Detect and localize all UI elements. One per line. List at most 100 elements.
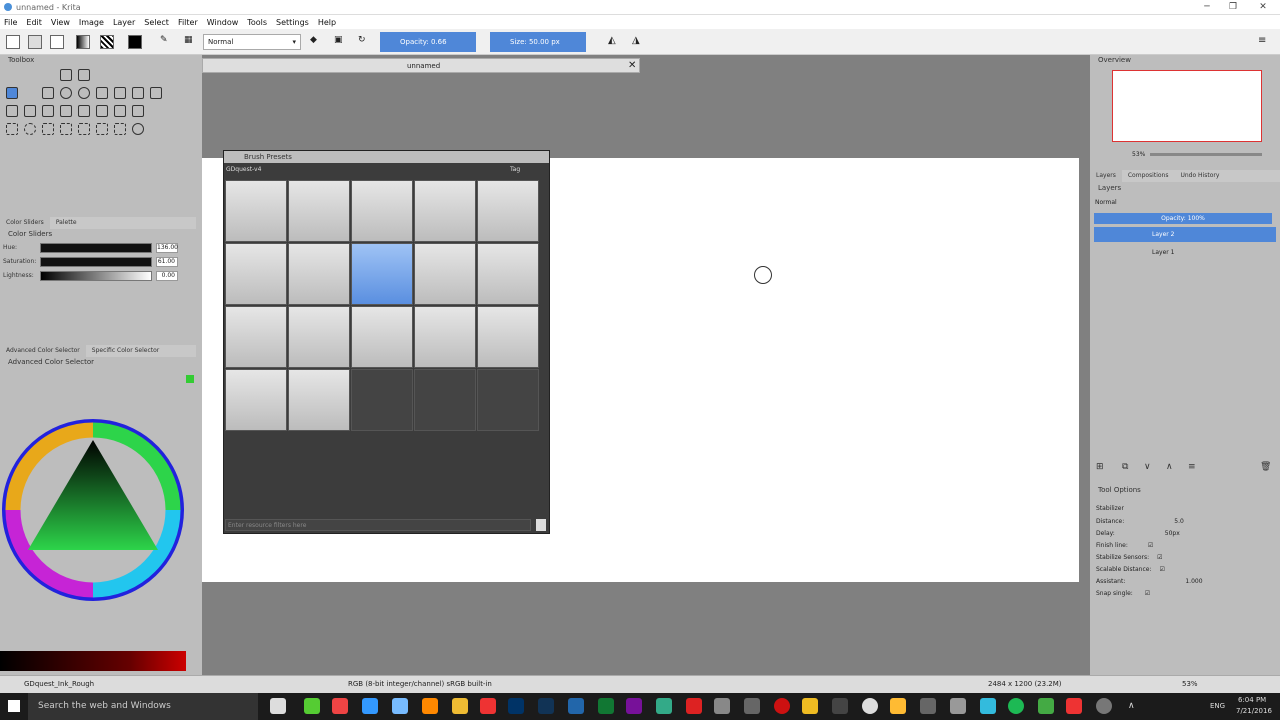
smart-patch-icon[interactable] [114, 105, 126, 117]
tab-layers[interactable]: Layers [1090, 170, 1122, 182]
distance-value[interactable]: 5.0 [1174, 518, 1184, 525]
open-document-icon[interactable] [28, 35, 42, 49]
document-tab[interactable]: unnamed ✕ [202, 58, 640, 73]
spotify-icon[interactable] [1008, 698, 1024, 714]
text-tool-icon[interactable] [24, 69, 36, 81]
scalable-distance-checkbox[interactable]: ☑ [1159, 566, 1164, 573]
menu-layer[interactable]: Layer [113, 18, 135, 27]
calligraphy-icon[interactable] [42, 69, 54, 81]
app-icon[interactable] [920, 698, 936, 714]
overview-thumbnail[interactable] [1112, 70, 1262, 142]
brush-preset-10[interactable] [477, 243, 539, 305]
delete-layer-icon[interactable]: 🗑 [1260, 462, 1271, 472]
rectangle-tool-icon[interactable] [42, 87, 54, 99]
krita-taskbar-icon[interactable] [392, 698, 408, 714]
brush-preset-icon[interactable]: ✎ [160, 35, 174, 49]
tab-color-sliders[interactable]: Color Sliders [0, 217, 50, 229]
taskbar-date[interactable]: 7/21/2016 [1236, 707, 1272, 715]
mirror-vertical-icon[interactable]: ◮ [632, 35, 646, 49]
app-icon[interactable] [362, 698, 378, 714]
lightroom-icon[interactable] [538, 698, 554, 714]
brush-preset-14[interactable] [414, 306, 476, 368]
pattern-icon[interactable] [100, 35, 114, 49]
tag-selector[interactable]: GDquest-v4 Tag [226, 166, 546, 178]
layer-blend-select[interactable]: Normal [1095, 199, 1245, 209]
selected-color-swatch[interactable] [186, 375, 194, 383]
brush-preset-1[interactable] [225, 180, 287, 242]
brush-preset-4[interactable] [414, 180, 476, 242]
brush-preset-5[interactable] [477, 180, 539, 242]
brush-preset-12[interactable] [288, 306, 350, 368]
hue-value[interactable]: 136.00 [156, 243, 178, 253]
app-icon[interactable] [862, 698, 878, 714]
polyline-tool-icon[interactable] [114, 87, 126, 99]
close-document-icon[interactable]: ✕ [628, 60, 636, 71]
finish-line-checkbox[interactable]: ☑ [1148, 542, 1153, 549]
brush-preset-13[interactable] [351, 306, 413, 368]
add-layer-icon[interactable]: ⊞ [1096, 462, 1104, 472]
windows-start-icon[interactable] [8, 700, 20, 712]
gradient-icon[interactable] [76, 35, 90, 49]
brush-editor-icon[interactable]: ▦ [184, 35, 198, 49]
file-explorer-icon[interactable] [890, 698, 906, 714]
freehand-brush-icon[interactable] [6, 87, 18, 99]
app-icon[interactable] [832, 698, 848, 714]
app-icon[interactable] [656, 698, 672, 714]
brush-preset-16[interactable] [225, 369, 287, 431]
brush-preset-11[interactable] [225, 306, 287, 368]
app-icon[interactable] [1038, 698, 1054, 714]
gradient-tool-icon[interactable] [60, 69, 72, 81]
menu-help[interactable]: Help [318, 18, 336, 27]
measure-tool-icon[interactable] [60, 105, 72, 117]
app-icon[interactable] [714, 698, 730, 714]
contiguous-select-icon[interactable] [78, 123, 90, 135]
resource-filter-input[interactable]: Enter resource filters here [225, 519, 531, 531]
tab-undo-history[interactable]: Undo History [1174, 170, 1225, 182]
saturation-value[interactable]: 61.00 [156, 257, 178, 267]
layer-row[interactable]: Layer 2 [1094, 227, 1276, 242]
blender-icon[interactable] [422, 698, 438, 714]
hamburger-menu-icon[interactable]: ≡ [1258, 35, 1272, 49]
brush-preset-17[interactable] [288, 369, 350, 431]
pattern-tool-icon[interactable] [78, 69, 90, 81]
app-icon[interactable] [1066, 698, 1082, 714]
menu-tools[interactable]: Tools [247, 18, 267, 27]
save-icon[interactable] [50, 35, 64, 49]
new-document-icon[interactable] [6, 35, 20, 49]
brush-preset-2[interactable] [288, 180, 350, 242]
fill-tool-icon[interactable] [78, 105, 90, 117]
ellipse-select-icon[interactable] [24, 123, 36, 135]
brush-preset-15[interactable] [477, 306, 539, 368]
menu-file[interactable]: File [4, 18, 17, 27]
brush-preset-6[interactable] [225, 243, 287, 305]
line-tool-icon[interactable] [24, 87, 36, 99]
taskbar-time[interactable]: 6:04 PM [1238, 696, 1266, 704]
excel-icon[interactable] [598, 698, 614, 714]
color-history-bar[interactable] [0, 651, 186, 671]
tray-chevron-icon[interactable]: ∧ [1128, 701, 1135, 711]
layer-row[interactable]: Layer 1 [1094, 245, 1276, 260]
saturation-slider[interactable] [40, 257, 152, 267]
save-filter-icon[interactable] [536, 519, 546, 531]
reload-preset-icon[interactable]: ↻ [358, 35, 372, 49]
lightness-value[interactable]: 0.00 [156, 271, 178, 281]
brush-preset-3[interactable] [351, 180, 413, 242]
close-window-icon[interactable]: ✕ [1250, 2, 1276, 12]
move-layer-up-icon[interactable]: ∧ [1166, 462, 1173, 472]
select-shapes-icon[interactable] [6, 69, 18, 81]
move-layer-down-icon[interactable]: ∨ [1144, 462, 1151, 472]
app-icon[interactable] [452, 698, 468, 714]
task-view-icon[interactable] [270, 698, 286, 714]
menu-select[interactable]: Select [144, 18, 169, 27]
chrome-icon[interactable] [332, 698, 348, 714]
polygon-select-icon[interactable] [42, 123, 54, 135]
circle-tool-icon[interactable] [78, 87, 90, 99]
menu-settings[interactable]: Settings [276, 18, 309, 27]
pan-tool-icon[interactable] [150, 123, 162, 135]
delay-value[interactable]: 50px [1165, 530, 1180, 537]
photoshop-icon[interactable] [508, 698, 524, 714]
layer-properties-icon[interactable]: ≡ [1188, 462, 1196, 472]
menu-window[interactable]: Window [207, 18, 239, 27]
assistant-tool-icon[interactable] [132, 105, 144, 117]
menu-view[interactable]: View [51, 18, 70, 27]
